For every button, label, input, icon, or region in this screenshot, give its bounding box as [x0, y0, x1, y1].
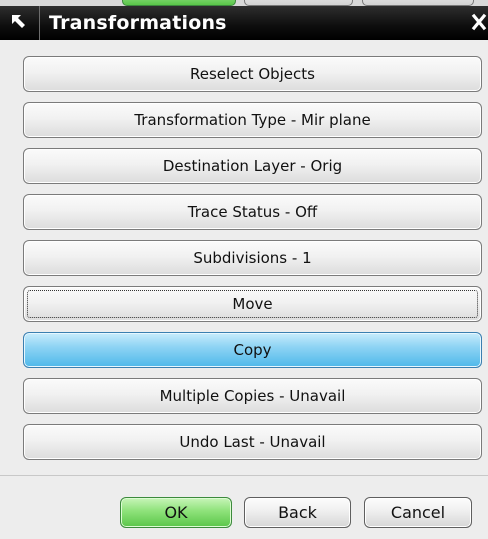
- footer-divider: [0, 475, 488, 476]
- trace-status-button[interactable]: Trace Status - Off: [23, 194, 482, 230]
- back-button[interactable]: Back: [244, 497, 351, 528]
- undo-last-button[interactable]: Undo Last - Unavail: [23, 424, 482, 460]
- copy-button[interactable]: Copy: [23, 332, 482, 368]
- arrow-grip-icon[interactable]: [0, 6, 40, 40]
- window-title: Transformations: [49, 12, 227, 34]
- dialog-footer: OK Back Cancel: [0, 497, 488, 531]
- title-bar[interactable]: Transformations: [0, 6, 488, 40]
- menu-button-list: Reselect Objects Transformation Type - Mi…: [23, 56, 482, 470]
- cancel-button[interactable]: Cancel: [364, 497, 472, 528]
- multiple-copies-button[interactable]: Multiple Copies - Unavail: [23, 378, 482, 414]
- transformation-type-button[interactable]: Transformation Type - Mir plane: [23, 102, 482, 138]
- transformations-dialog: Transformations Reselect Objects Transfor…: [0, 0, 488, 539]
- destination-layer-button[interactable]: Destination Layer - Orig: [23, 148, 482, 184]
- close-icon[interactable]: [470, 11, 488, 35]
- ok-button[interactable]: OK: [120, 497, 232, 528]
- subdivisions-button[interactable]: Subdivisions - 1: [23, 240, 482, 276]
- reselect-objects-button[interactable]: Reselect Objects: [23, 56, 482, 92]
- move-button[interactable]: Move: [23, 286, 482, 322]
